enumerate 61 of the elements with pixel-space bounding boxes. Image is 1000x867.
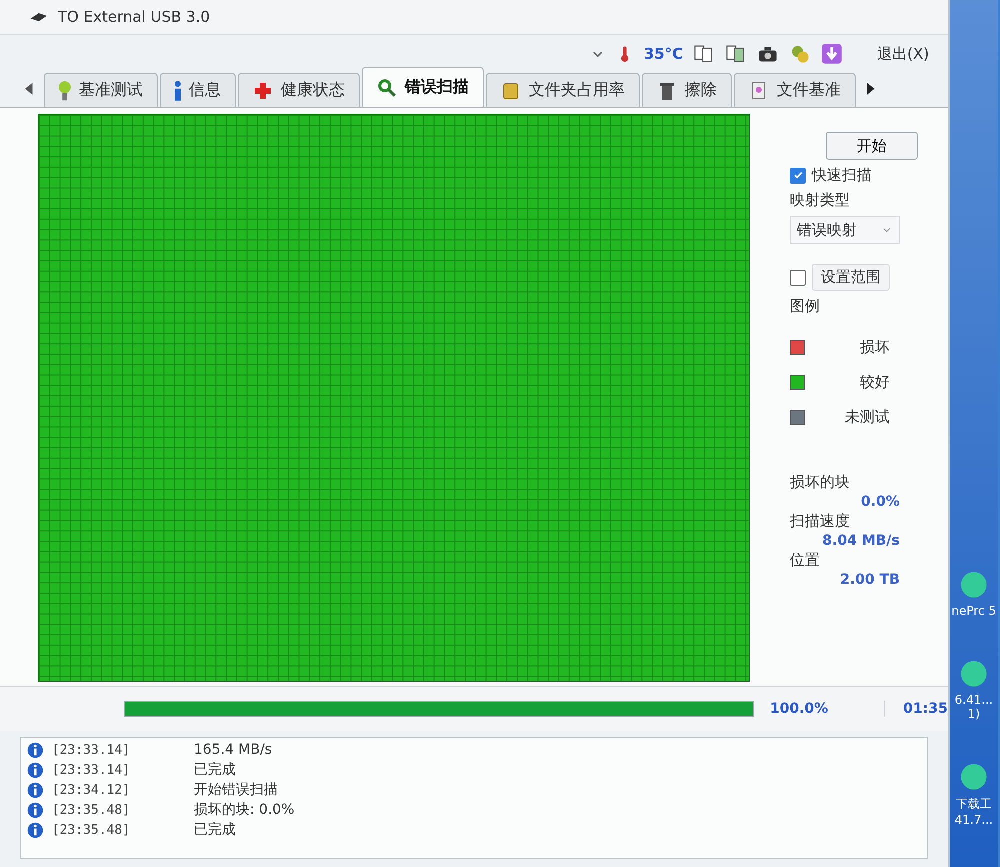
log-message: 165.4 MB/s	[194, 742, 272, 758]
legend-label: 损坏	[860, 338, 890, 357]
checkbox[interactable]	[790, 168, 806, 184]
tab[interactable]: 错误扫描	[362, 67, 484, 107]
stat-value: 2.00 TB	[840, 572, 900, 588]
map-type-label: 映射类型	[790, 191, 851, 210]
stat-label: 位置	[790, 551, 821, 570]
checkbox[interactable]	[790, 270, 806, 286]
legend-label: 未测试	[845, 408, 890, 427]
info-icon	[175, 80, 181, 100]
desktop-icon-label: nePrc 5	[951, 604, 997, 618]
log-message: 已完成	[194, 761, 236, 779]
trash-icon	[657, 80, 677, 100]
stat-label: 扫描速度	[790, 512, 851, 531]
bulb-icon	[59, 80, 71, 100]
info-icon	[27, 822, 44, 838]
log-message: 损坏的块: 0.0%	[194, 801, 295, 819]
legend-label: 较好	[860, 373, 890, 392]
exit-button[interactable]: 退出(X)	[871, 44, 936, 64]
desktop-icon-label: 下载工 41.7...	[954, 796, 994, 827]
stat-value: 8.04 MB/s	[822, 533, 900, 549]
copy-icon[interactable]	[725, 43, 748, 65]
tab[interactable]: 信息	[160, 73, 236, 107]
info-icon	[27, 802, 44, 818]
log-message: 开始错误扫描	[194, 781, 278, 799]
download-icon[interactable]	[821, 43, 844, 65]
cross-icon	[253, 80, 273, 100]
log-time: [23:35.48]	[52, 802, 132, 818]
tab[interactable]: 基准测试	[44, 73, 158, 107]
progress-percent: 100.0%	[770, 701, 828, 717]
tab[interactable]: 文件基准	[734, 73, 856, 107]
info-icon	[27, 782, 44, 798]
map-type-dropdown[interactable]: 错误映射	[790, 216, 900, 244]
log-time: [23:35.48]	[52, 822, 132, 838]
tab[interactable]: 健康状态	[238, 73, 360, 107]
log-time: [23:33.14]	[52, 742, 132, 758]
tab[interactable]: 文件夹占用率	[486, 73, 640, 107]
tab[interactable]: 擦除	[642, 73, 732, 107]
copy-icon[interactable]	[693, 43, 716, 65]
stat-label: 损坏的块	[790, 473, 851, 492]
info-icon	[27, 762, 44, 778]
scroll-left-button[interactable]	[24, 83, 34, 95]
set-range-button[interactable]: 设置范围	[812, 264, 890, 291]
window-title: TO External USB 3.0	[58, 8, 210, 26]
info-icon	[27, 742, 44, 758]
elapsed-time: 01:35	[884, 701, 948, 717]
app-icon[interactable]	[958, 658, 990, 690]
scroll-right-button[interactable]	[866, 83, 876, 95]
app-icon[interactable]	[958, 761, 990, 793]
checkmark-icon	[792, 170, 804, 181]
folder-icon	[501, 80, 521, 100]
log-message: 已完成	[194, 821, 236, 839]
log-time: [23:33.14]	[52, 762, 132, 778]
stat-value: 0.0%	[861, 494, 900, 510]
temperature-reading: 35°C	[644, 45, 684, 63]
desktop-icon-label: 6.41... 1)	[954, 693, 994, 721]
magnifier-icon	[377, 78, 397, 98]
start-button[interactable]: 开始	[826, 132, 918, 160]
checkbox-label: 快速扫描	[812, 166, 872, 185]
legend-title: 图例	[790, 297, 821, 316]
log-time: [23:34.12]	[52, 782, 132, 798]
